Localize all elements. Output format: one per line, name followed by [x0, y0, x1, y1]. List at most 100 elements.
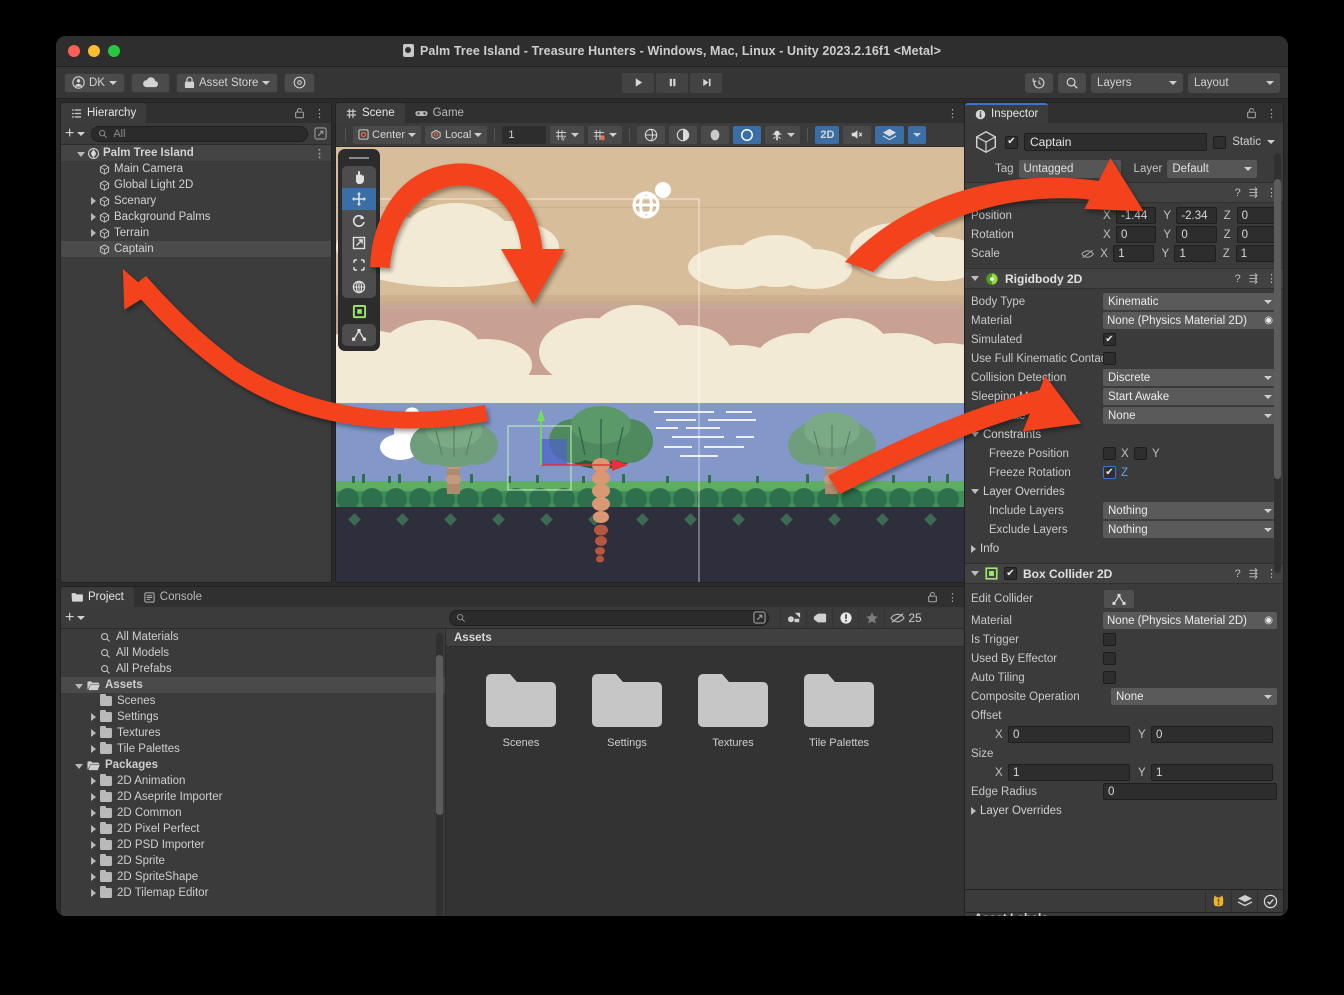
size-y-field[interactable]: 1 [1151, 764, 1273, 781]
scale-x-field[interactable]: 1 [1113, 245, 1154, 262]
sleeping-mode-dropdown[interactable]: Start Awake [1103, 388, 1277, 405]
layer-dropdown[interactable]: Default [1167, 160, 1257, 178]
hierarchy-item-palm-tree-island[interactable]: Palm Tree Island⋮ [61, 145, 331, 161]
help-icon[interactable]: ? [1235, 568, 1241, 580]
scene-fx-dropdown[interactable] [908, 126, 926, 144]
expand-triangle-icon[interactable] [91, 229, 96, 237]
grid-size-field[interactable]: 1 [502, 126, 546, 144]
gameobject-name-field[interactable]: Captain [1024, 133, 1207, 151]
size-x-field[interactable]: 1 [1008, 764, 1130, 781]
constraints-foldout[interactable]: Constraints [971, 425, 1277, 444]
position-y-field[interactable]: -2.34 [1176, 207, 1216, 224]
freeze-rotation-z-checkbox[interactable] [1103, 466, 1116, 479]
help-icon[interactable]: ? [1235, 273, 1241, 285]
check-circle-button[interactable] [1257, 890, 1283, 912]
preset-icon[interactable]: ⇶ [1249, 186, 1258, 199]
move-tool-button[interactable] [342, 188, 376, 210]
rotation-x-field[interactable]: 0 [1116, 226, 1156, 243]
rotation-z-field[interactable]: 0 [1237, 226, 1277, 243]
project-add-button[interactable]: + [65, 612, 85, 624]
project-tree-item-scenes[interactable]: Scenes [61, 693, 445, 709]
collapse-triangle-icon[interactable] [971, 190, 979, 195]
rb-material-objectfield[interactable]: None (Physics Material 2D)◉ [1103, 312, 1277, 329]
component-header-rigidbody2d[interactable]: Rigidbody 2D ?⇶⋮ [965, 268, 1283, 289]
scale-z-field[interactable]: 1 [1236, 245, 1277, 262]
collider-edit-tool-button[interactable] [342, 324, 376, 346]
constrain-proportions-off-icon[interactable] [1081, 248, 1094, 260]
hierarchy-item-terrain[interactable]: Terrain [61, 225, 331, 241]
project-tree-item-2d-animation[interactable]: 2D Animation [61, 773, 445, 789]
component-header-transform[interactable]: Transform ?⇶⋮ [965, 182, 1283, 203]
kebab-menu-icon[interactable]: ⋮ [314, 147, 325, 160]
tab-console[interactable]: Console [134, 587, 212, 607]
expand-triangle-icon[interactable] [91, 857, 96, 865]
layout-dropdown[interactable]: Layout [1188, 73, 1280, 93]
lock-icon[interactable] [1246, 107, 1257, 119]
hierarchy-item-global-light-2d[interactable]: Global Light 2D [61, 177, 331, 193]
asset-item-settings[interactable]: Settings [590, 673, 664, 749]
interpolate-dropdown[interactable]: None [1103, 407, 1277, 424]
inspector-scroll-thumb[interactable] [1274, 179, 1281, 479]
kebab-menu-icon[interactable]: ⋮ [314, 107, 325, 120]
object-picker-icon[interactable]: ◉ [1264, 315, 1273, 326]
mode-2d-button[interactable]: 2D [815, 126, 839, 144]
kebab-menu-icon[interactable]: ⋮ [947, 107, 958, 120]
collision-detection-dropdown[interactable]: Discrete [1103, 369, 1277, 386]
pause-button[interactable] [656, 73, 688, 93]
boxcollider2d-enabled-checkbox[interactable] [1004, 567, 1017, 580]
simulated-checkbox[interactable] [1103, 333, 1116, 346]
project-tree-item-all-models[interactable]: All Models [61, 645, 445, 661]
static-checkbox[interactable] [1213, 136, 1226, 149]
object-picker-icon[interactable]: ◉ [1264, 615, 1273, 626]
edit-collider-button[interactable] [1103, 589, 1135, 609]
project-tree-item-packages[interactable]: Packages [61, 757, 445, 773]
expand-triangle-icon[interactable] [91, 809, 96, 817]
pivot-mode-button[interactable]: Center [353, 126, 421, 144]
edge-radius-field[interactable]: 0 [1103, 783, 1277, 800]
inspector-scrollbar[interactable] [1274, 153, 1281, 573]
project-tree-item-2d-psd-importer[interactable]: 2D PSD Importer [61, 837, 445, 853]
audio-toggle-button[interactable] [701, 126, 729, 144]
project-tree-scroll-thumb[interactable] [436, 655, 443, 815]
hierarchy-item-captain[interactable]: Captain [61, 241, 331, 257]
scene-view-gizmo[interactable] [600, 159, 672, 221]
body-type-dropdown[interactable]: Kinematic [1103, 293, 1277, 310]
include-layers-dropdown[interactable]: Nothing [1103, 502, 1277, 519]
position-z-field[interactable]: 0 [1237, 207, 1277, 224]
project-tree-item-2d-tilemap-editor[interactable]: 2D Tilemap Editor [61, 885, 445, 901]
hand-tool-button[interactable] [342, 166, 376, 188]
tab-game[interactable]: Game [405, 103, 474, 123]
asset-item-textures[interactable]: Textures [696, 673, 770, 749]
offset-x-field[interactable]: 0 [1008, 726, 1130, 743]
preset-icon[interactable]: ⇶ [1249, 272, 1258, 285]
tab-scene[interactable]: Scene [336, 103, 405, 123]
kebab-menu-icon[interactable]: ⋮ [947, 591, 958, 604]
offset-y-field[interactable]: 0 [1151, 726, 1273, 743]
project-tree-item-tile-palettes[interactable]: Tile Palettes [61, 741, 445, 757]
lighting-toggle-button[interactable] [669, 126, 697, 144]
freeze-position-y-checkbox[interactable] [1134, 447, 1147, 460]
account-button[interactable]: DK [64, 73, 125, 93]
hierarchy-add-button[interactable]: + [65, 128, 85, 140]
collab-history-button[interactable] [1025, 73, 1053, 93]
asset-store-button[interactable]: Asset Store [176, 73, 278, 93]
expand-triangle-icon[interactable] [91, 713, 96, 721]
layers-status-button[interactable] [1231, 890, 1257, 912]
expand-triangle-icon[interactable] [91, 889, 96, 897]
collapse-triangle-icon[interactable] [75, 764, 83, 769]
hierarchy-item-scenary[interactable]: Scenary [61, 193, 331, 209]
hierarchy-item-main-camera[interactable]: Main Camera [61, 161, 331, 177]
info-foldout[interactable]: Info [971, 539, 1277, 558]
collapse-triangle-icon[interactable] [75, 684, 83, 689]
custom-editor-tool-button[interactable] [342, 301, 376, 321]
tag-dropdown[interactable]: Untagged [1019, 160, 1121, 178]
hidden-assets-indicator[interactable]: 25 [884, 609, 926, 627]
grid-snap-button[interactable]: y [550, 126, 584, 144]
project-tree-item-all-prefabs[interactable]: All Prefabs [61, 661, 445, 677]
close-window-button[interactable] [68, 45, 80, 57]
scene-fx-button[interactable] [875, 126, 904, 144]
window-controls[interactable] [68, 45, 120, 57]
expand-triangle-icon[interactable] [91, 793, 96, 801]
project-tree-item-all-materials[interactable]: All Materials [61, 629, 445, 645]
draw-mode-button[interactable] [637, 126, 665, 144]
